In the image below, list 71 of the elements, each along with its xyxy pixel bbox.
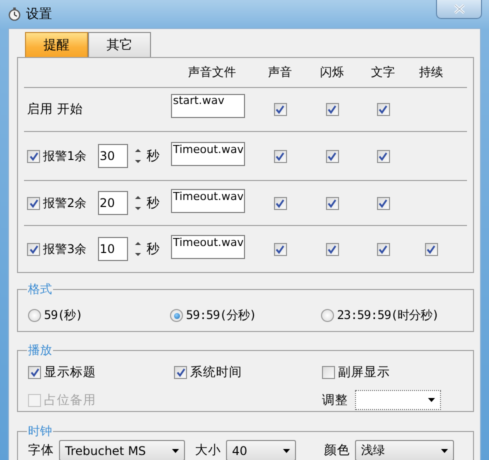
row-label: 启用 开始 [27, 101, 83, 118]
checkbox[interactable] [27, 196, 40, 210]
group-title: 格式 [27, 281, 53, 298]
checkbox-label[interactable]: 报警2余 [43, 194, 87, 212]
dropdown[interactable]: Trebuchet MS [59, 440, 185, 460]
seconds-field[interactable]: 10 [98, 237, 128, 261]
unit-label: 秒 [146, 195, 160, 212]
checkbox[interactable] [274, 103, 286, 116]
checkbox[interactable] [28, 366, 41, 379]
adjust-dropdown[interactable] [355, 390, 441, 410]
checkbox-label[interactable]: 报警3余 [43, 240, 87, 258]
close-button[interactable] [436, 0, 482, 19]
checkbox[interactable] [376, 150, 390, 162]
tab[interactable]: 提醒 [25, 32, 88, 57]
checkbox-label[interactable]: 系统时间 [190, 364, 242, 381]
column-header: 闪烁 [320, 64, 344, 81]
spinner-icon[interactable] [134, 149, 141, 163]
checkbox[interactable] [376, 196, 390, 210]
checkbox[interactable] [424, 242, 438, 256]
checkbox-label[interactable]: 显示标题 [44, 364, 96, 381]
caret-icon [428, 398, 435, 402]
dropdown[interactable]: 40 [226, 440, 296, 460]
unit-label: 秒 [146, 241, 160, 258]
radio-label[interactable]: 23:59:59(时分秒) [337, 307, 439, 324]
group-title: 时钟 [27, 423, 53, 440]
radio-button[interactable] [28, 309, 41, 322]
close-icon [454, 4, 464, 14]
caret-icon [283, 448, 290, 452]
spinner-icon[interactable] [134, 242, 141, 256]
radio-button[interactable] [170, 309, 183, 322]
checkbox[interactable] [376, 103, 390, 116]
checkbox[interactable] [27, 150, 40, 162]
column-header: 声音 [268, 64, 292, 81]
checkbox[interactable] [326, 103, 338, 116]
seconds-field[interactable]: 20 [98, 191, 128, 215]
caret-icon [172, 448, 179, 452]
file-field[interactable]: Timeout.wav [171, 142, 245, 166]
checkbox[interactable] [274, 196, 286, 210]
file-field[interactable]: Timeout.wav [171, 235, 245, 260]
adjust-label: 调整 [322, 392, 348, 408]
caret-icon [441, 448, 448, 452]
checkbox[interactable] [27, 242, 40, 256]
checkbox[interactable] [326, 242, 338, 256]
tab[interactable]: 其它 [88, 32, 151, 57]
checkbox-label[interactable]: 副屏显示 [338, 364, 390, 381]
checkbox[interactable] [322, 366, 335, 379]
radio-label[interactable]: 59(秒) [44, 307, 82, 324]
checkbox[interactable] [174, 366, 187, 379]
group-title: 播放 [27, 342, 53, 359]
checkbox[interactable] [326, 150, 338, 162]
window-title: 设置 [26, 6, 52, 23]
checkbox[interactable] [274, 150, 286, 162]
dropdown[interactable]: 浅绿 [355, 440, 454, 460]
checkbox[interactable] [376, 242, 390, 256]
file-field[interactable]: start.wav [171, 94, 245, 118]
checkbox[interactable] [326, 196, 338, 210]
seconds-field[interactable]: 30 [98, 144, 128, 168]
spinner-icon[interactable] [134, 196, 141, 210]
stopwatch-icon [8, 7, 21, 21]
unit-label: 秒 [146, 148, 160, 165]
field-label: 颜色 [324, 442, 350, 459]
column-header: 文字 [371, 64, 395, 81]
radio-button[interactable] [321, 309, 334, 322]
column-header: 持续 [419, 64, 443, 81]
field-label: 字体 [28, 442, 54, 459]
file-field[interactable]: Timeout.wav [171, 189, 245, 214]
radio-label[interactable]: 59:59(分秒) [186, 307, 256, 324]
column-header: 声音文件 [188, 64, 236, 81]
checkbox[interactable] [274, 242, 286, 256]
checkbox-label[interactable]: 报警1余 [43, 148, 87, 164]
field-label: 大小 [195, 442, 221, 459]
